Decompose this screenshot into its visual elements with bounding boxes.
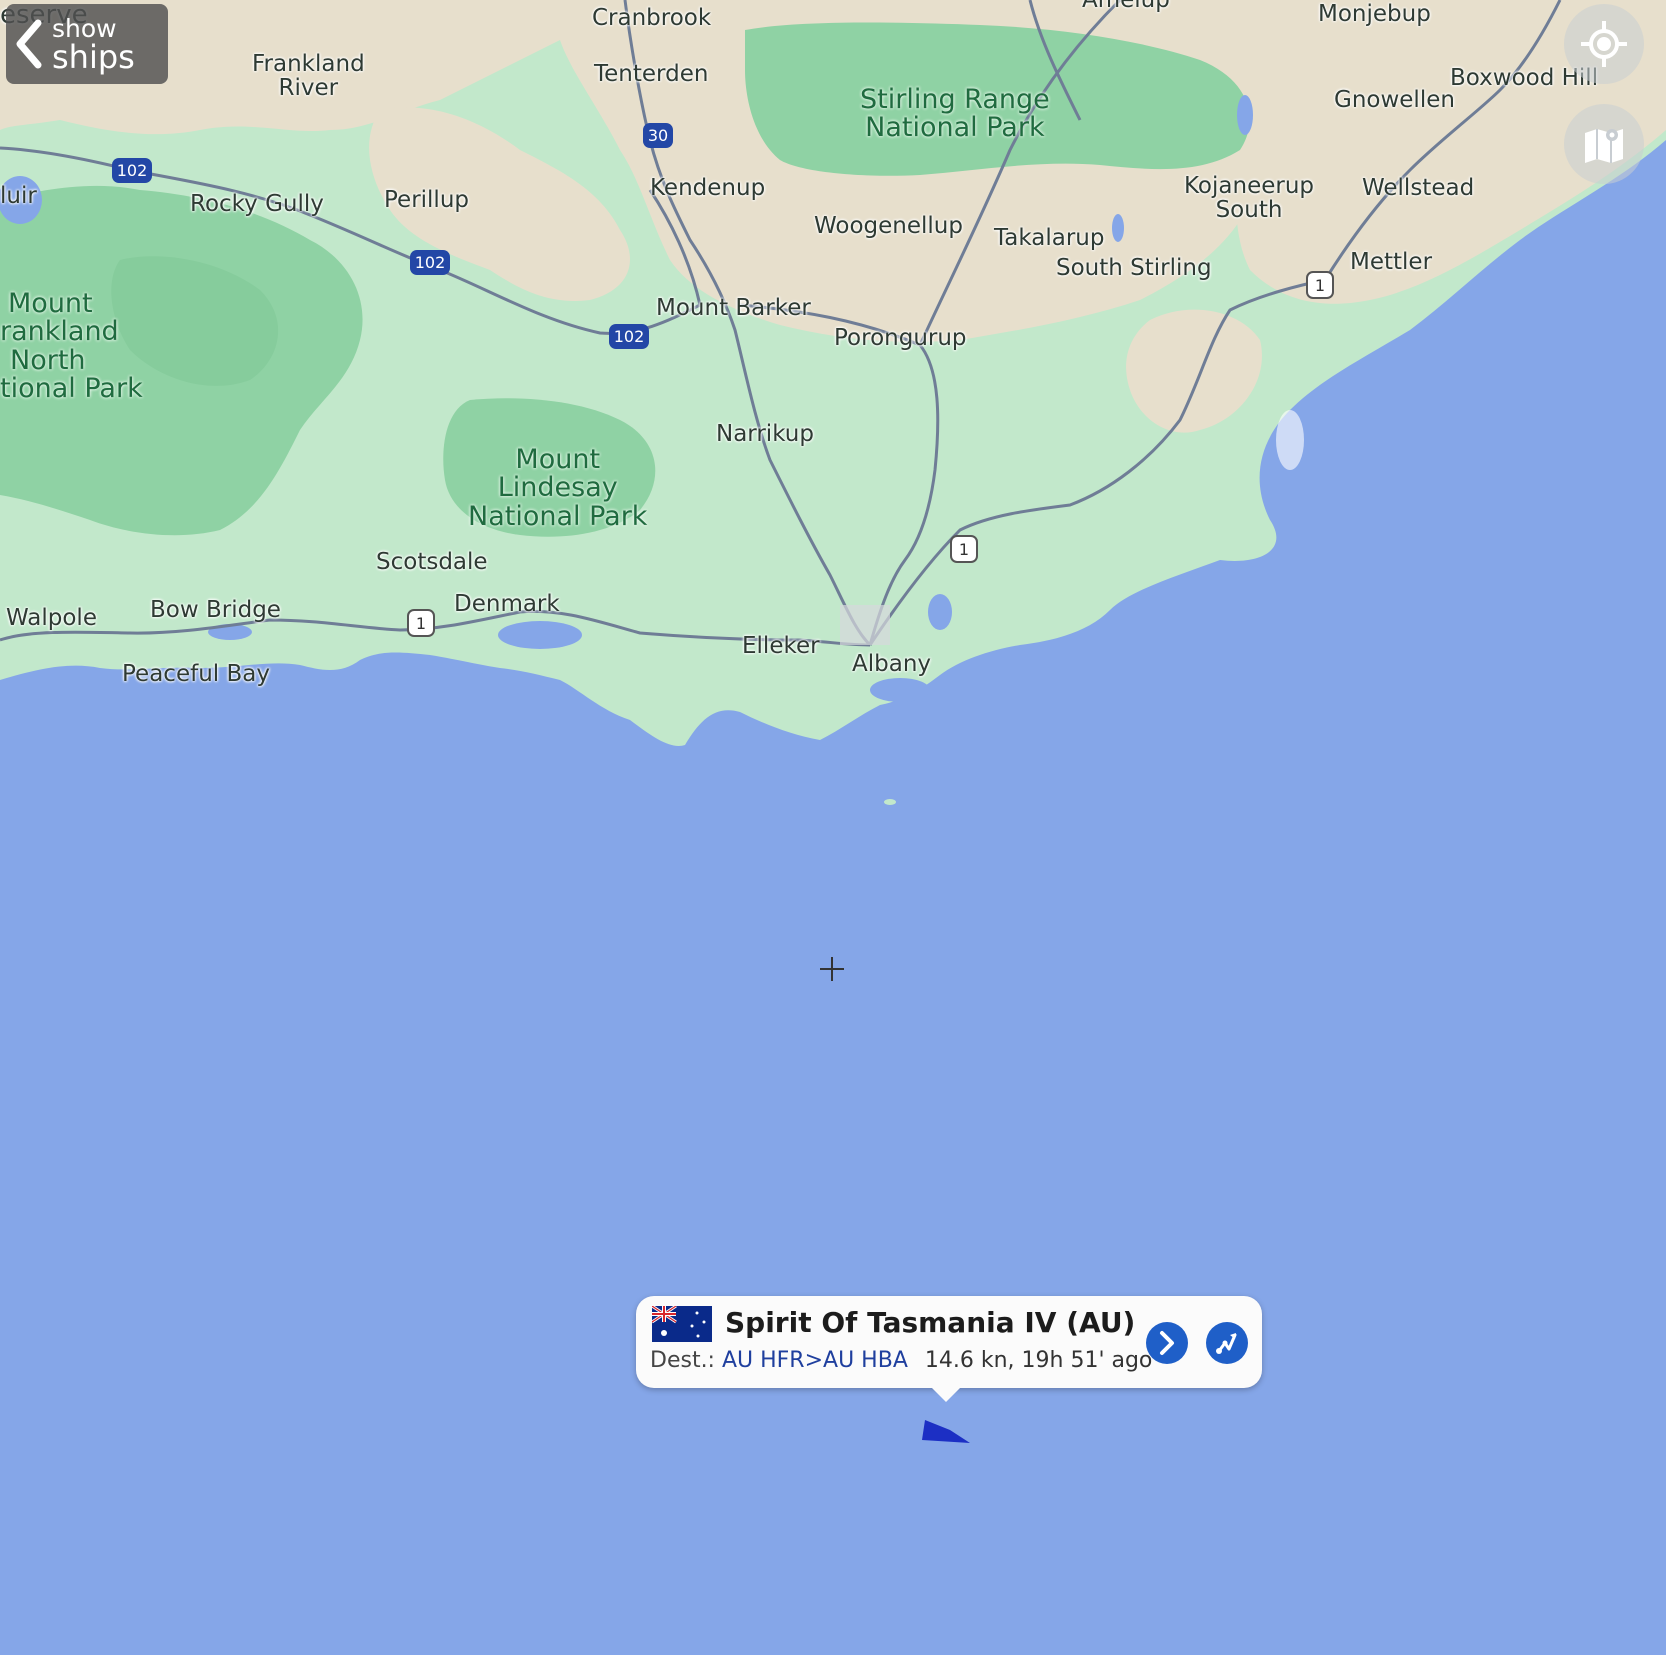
place-porongurup: Porongurup bbox=[834, 325, 967, 351]
svg-text:102: 102 bbox=[415, 253, 446, 272]
place-narrikup: Narrikup bbox=[716, 421, 814, 447]
route-icon bbox=[1216, 1333, 1237, 1354]
place-woogenellup: Woogenellup bbox=[814, 213, 963, 239]
place-muir: luir bbox=[0, 183, 37, 209]
place-perillup: Perillup bbox=[384, 187, 470, 213]
place-monjebup: Monjebup bbox=[1318, 1, 1431, 27]
place-denmark: Denmark bbox=[454, 591, 560, 617]
place-amelup: Amelup bbox=[1082, 0, 1170, 13]
place-elleker: Elleker bbox=[742, 633, 820, 659]
chevron-right-icon bbox=[1160, 1331, 1174, 1355]
place-tenterden: Tenterden bbox=[594, 61, 709, 87]
road-102-label: 102 bbox=[117, 161, 148, 180]
place-kojaneerup-south: Kojaneerup South bbox=[1184, 173, 1315, 224]
park-mount-lindesay: Mount Lindesay National Park bbox=[468, 444, 648, 532]
place-takalarup: Takalarup bbox=[994, 225, 1105, 251]
place-frankland-river: Frankland River bbox=[252, 51, 365, 102]
place-gnowellen: Gnowellen bbox=[1334, 87, 1455, 113]
road-shield-1b: 1 bbox=[950, 535, 978, 563]
dest-value: AU HFR>AU HBA bbox=[721, 1348, 908, 1373]
svg-text:1: 1 bbox=[416, 614, 426, 633]
svg-text:30: 30 bbox=[648, 126, 668, 145]
svg-text:1: 1 bbox=[959, 540, 969, 559]
svg-text:1: 1 bbox=[1315, 276, 1325, 295]
place-kendenup: Kendenup bbox=[650, 175, 766, 201]
chevron-left-icon bbox=[6, 4, 52, 84]
place-cranbrook: Cranbrook bbox=[592, 5, 712, 31]
ship-name: Spirit Of Tasmania IV (AU) bbox=[725, 1306, 1136, 1339]
place-south-stirling: South Stirling bbox=[1056, 255, 1212, 281]
ship-info-line: Dest.: AU HFR>AU HBA 14.6 kn, 19h 51' ag… bbox=[650, 1348, 1152, 1373]
crosshair-locate-icon bbox=[1581, 21, 1627, 67]
ship-details-button[interactable] bbox=[1146, 1322, 1188, 1364]
place-mettler: Mettler bbox=[1350, 249, 1433, 275]
road-shield-1c: 1 bbox=[407, 609, 435, 637]
ship-route-button[interactable] bbox=[1206, 1322, 1248, 1364]
place-mount-barker: Mount Barker bbox=[656, 295, 811, 321]
place-peaceful-bay: Peaceful Bay bbox=[122, 661, 270, 687]
park-stirling-range: Stirling Range National Park bbox=[860, 84, 1050, 144]
place-albany: Albany bbox=[852, 651, 932, 677]
show-ships-line1: show bbox=[52, 13, 117, 43]
place-rocky-gully: Rocky Gully bbox=[190, 191, 324, 217]
road-shield-30: 30 bbox=[643, 123, 673, 148]
show-ships-button[interactable]: show ships bbox=[6, 4, 168, 84]
locate-button[interactable] bbox=[1564, 4, 1644, 84]
road-shield-1a: 1 bbox=[1306, 271, 1334, 299]
place-scotsdale: Scotsdale bbox=[376, 549, 488, 575]
place-walpole: Walpole bbox=[6, 605, 97, 631]
place-bow-bridge: Bow Bridge bbox=[150, 597, 281, 623]
ship-popup[interactable]: Spirit Of Tasmania IV (AU) Dest.: AU HFR… bbox=[636, 1296, 1262, 1402]
show-ships-line2: ships bbox=[52, 37, 135, 76]
road-shield-102a: 102 bbox=[112, 158, 152, 183]
map-layers-button[interactable] bbox=[1564, 104, 1644, 184]
svg-text:102: 102 bbox=[614, 327, 645, 346]
place-wellstead: Wellstead bbox=[1362, 175, 1475, 201]
map-layers-icon bbox=[1585, 129, 1623, 163]
australia-flag bbox=[652, 1306, 712, 1342]
park-mount-frankland: Mount rankland North tional Park bbox=[0, 288, 143, 405]
road-shield-102b: 102 bbox=[410, 250, 450, 275]
speed-time: 14.6 kn, 19h 51' ago bbox=[924, 1348, 1153, 1373]
road-shield-102c: 102 bbox=[609, 324, 649, 349]
dest-label: Dest.: bbox=[650, 1348, 715, 1373]
